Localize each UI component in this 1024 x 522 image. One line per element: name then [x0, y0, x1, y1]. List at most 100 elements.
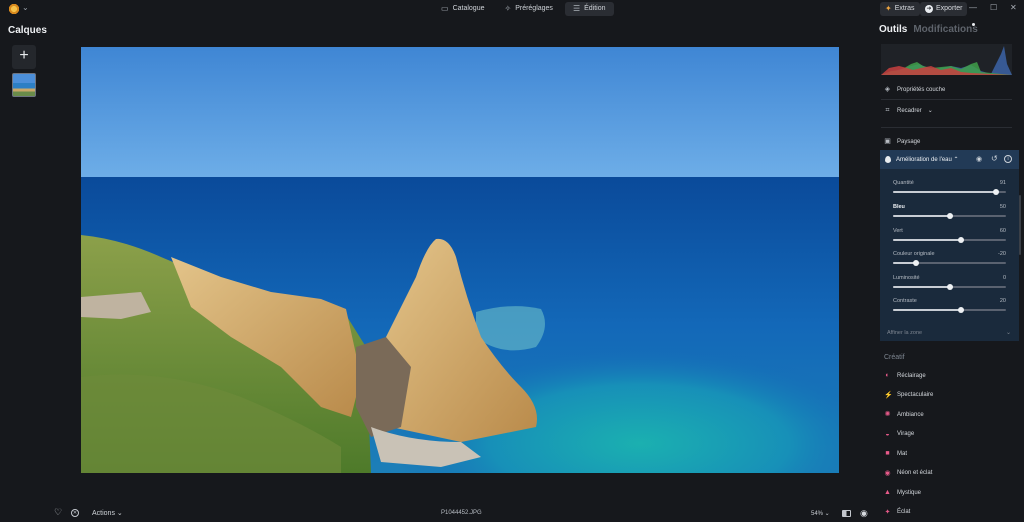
creative-item-label: Ambiance	[897, 411, 924, 418]
chevron-down-icon[interactable]: ⌄	[22, 3, 29, 12]
histogram	[881, 44, 1012, 75]
reset-icon[interactable]: ↺	[991, 154, 998, 163]
photo-canvas[interactable]	[81, 47, 839, 473]
crop-row[interactable]: ⌗ Recadrer ⌄	[884, 107, 933, 114]
tab-edit[interactable]: ☰ Édition	[564, 2, 614, 16]
water-enhancement-panel: Amélioration de l'eau ⌃ ◉ ↺ i Quantité 91…	[880, 150, 1019, 341]
layers-icon: ◈	[884, 86, 891, 93]
water-drop-icon	[885, 156, 891, 163]
slider-fill	[893, 286, 950, 288]
slider-value: 91	[999, 180, 1006, 186]
refine-area-toggle[interactable]: Affiner la zone	[887, 330, 922, 336]
slider-value: -20	[998, 251, 1006, 257]
creative-item-label: Virage	[897, 431, 915, 437]
histogram-graph	[881, 46, 1012, 75]
extras-label: Extras	[894, 5, 915, 12]
slider-label: Quantité	[893, 180, 914, 186]
edit-sliders-icon: ☰	[572, 4, 581, 13]
slider-handle[interactable]	[946, 284, 953, 290]
creative-item-label: Mystique	[897, 489, 922, 496]
export-arrow-icon: ➜	[925, 5, 933, 13]
water-tool-header[interactable]: Amélioration de l'eau ⌃ ◉ ↺ i	[880, 150, 1019, 169]
creative-item-label: Spectaculaire	[897, 392, 934, 398]
slider-handle[interactable]	[957, 307, 964, 313]
landscape-row[interactable]: ▣ Paysage	[884, 138, 920, 145]
info-icon[interactable]: i	[1004, 155, 1012, 163]
tab-catalogue-label: Catalogue	[452, 5, 485, 12]
slider-value: 50	[999, 204, 1006, 210]
export-label: Exporter	[936, 5, 963, 12]
slider-handle[interactable]	[946, 213, 953, 219]
reject-icon[interactable]: ✕	[71, 509, 79, 517]
creative-item[interactable]: ▲ Mystique	[884, 489, 921, 496]
layer-properties-row[interactable]: ◈ Propriétés couche	[884, 86, 946, 93]
creative-item[interactable]: ⚡ Spectaculaire	[884, 392, 933, 399]
slider-4[interactable]: Luminosité 0	[893, 275, 1006, 295]
slider-0[interactable]: Quantité 91	[893, 180, 1006, 200]
app-logo-icon[interactable]	[8, 3, 20, 15]
slider-5[interactable]: Contraste 20	[893, 298, 1006, 318]
minimize-icon[interactable]: —	[969, 3, 977, 12]
slider-handle[interactable]	[957, 237, 964, 243]
catalogue-icon: ▭	[441, 4, 449, 13]
bottom-bar: ♡ ✕ Actions ⌄ P1044452.JPG 54% ⌄ ◉	[0, 505, 870, 522]
layer-thumbnail[interactable]	[12, 73, 36, 97]
slider-label: Contraste	[893, 298, 917, 304]
zoom-level[interactable]: 54% ⌄	[811, 510, 830, 517]
creative-section-title: Créatif	[884, 354, 905, 361]
chevron-down-icon: ⌄	[927, 108, 933, 114]
mystic-icon: ▲	[884, 489, 891, 496]
eye-icon[interactable]: ◉	[976, 155, 982, 163]
matte-icon: ■	[885, 450, 890, 457]
creative-item[interactable]: ◉ Néon et éclat	[884, 470, 932, 477]
creative-item[interactable]: ◒ Virage	[884, 431, 914, 438]
creative-item-label: Réclairage	[897, 372, 926, 379]
extras-button[interactable]: ✦ Extras	[880, 2, 920, 16]
slider-handle[interactable]	[912, 260, 919, 266]
scrollbar[interactable]	[1019, 195, 1021, 255]
creative-item[interactable]: ✺ Ambiance	[884, 411, 924, 418]
glow-icon: ✦	[884, 508, 891, 516]
slider-handle[interactable]	[992, 189, 999, 195]
slider-1[interactable]: Bleu 50	[893, 204, 1006, 224]
water-tool-title: Amélioration de l'eau ⌃	[896, 157, 959, 163]
landscape-label: Paysage	[897, 138, 921, 145]
tab-presets[interactable]: ✧ Préréglages	[496, 2, 560, 16]
creative-item[interactable]: ◐ Réclairage	[884, 372, 926, 379]
slider-value: 0	[1002, 275, 1006, 281]
favorite-heart-icon[interactable]: ♡	[54, 507, 62, 518]
slider-fill	[893, 215, 950, 217]
right-panel-tabs: Outils Modifications	[879, 24, 978, 35]
maximize-icon[interactable]: ☐	[990, 3, 997, 12]
slider-2[interactable]: Vert 60	[893, 228, 1006, 248]
layer-properties-label: Propriétés couche	[897, 86, 946, 93]
crop-icon: ⌗	[885, 107, 890, 114]
presets-icon: ✧	[504, 4, 512, 13]
zoom-value: 54%	[811, 511, 824, 517]
slider-3[interactable]: Couleur originale -20	[893, 251, 1006, 271]
eye-icon[interactable]: ◉	[860, 508, 868, 519]
ambiance-icon: ✺	[884, 411, 891, 418]
add-layer-button[interactable]: +	[12, 45, 36, 69]
filename: P1044452.JPG	[441, 510, 482, 516]
tab-catalogue[interactable]: ▭ Catalogue	[433, 2, 492, 16]
tab-modifications[interactable]: Modifications	[913, 24, 977, 35]
lightning-icon: ⚡	[884, 391, 893, 399]
creative-item[interactable]: ■ Mat	[884, 450, 907, 457]
tab-tools[interactable]: Outils	[879, 24, 907, 35]
slider-label: Vert	[893, 228, 903, 234]
crop-label: Recadrer	[897, 107, 922, 114]
slider-fill	[893, 191, 996, 193]
export-button[interactable]: ➜ Exporter	[920, 2, 968, 16]
slider-label: Luminosité	[893, 275, 920, 281]
chevron-down-icon[interactable]: ⌄	[1006, 329, 1011, 336]
close-icon[interactable]: ✕	[1010, 3, 1017, 12]
creative-item-label: Néon et éclat	[897, 470, 933, 476]
divider	[881, 99, 1012, 100]
compare-icon[interactable]	[842, 510, 851, 517]
creative-item[interactable]: ✦ Éclat	[884, 508, 911, 516]
creative-item-label: Éclat	[897, 509, 911, 515]
slider-fill	[893, 239, 961, 241]
divider	[881, 127, 1012, 128]
actions-menu[interactable]: Actions ⌄	[92, 509, 123, 517]
